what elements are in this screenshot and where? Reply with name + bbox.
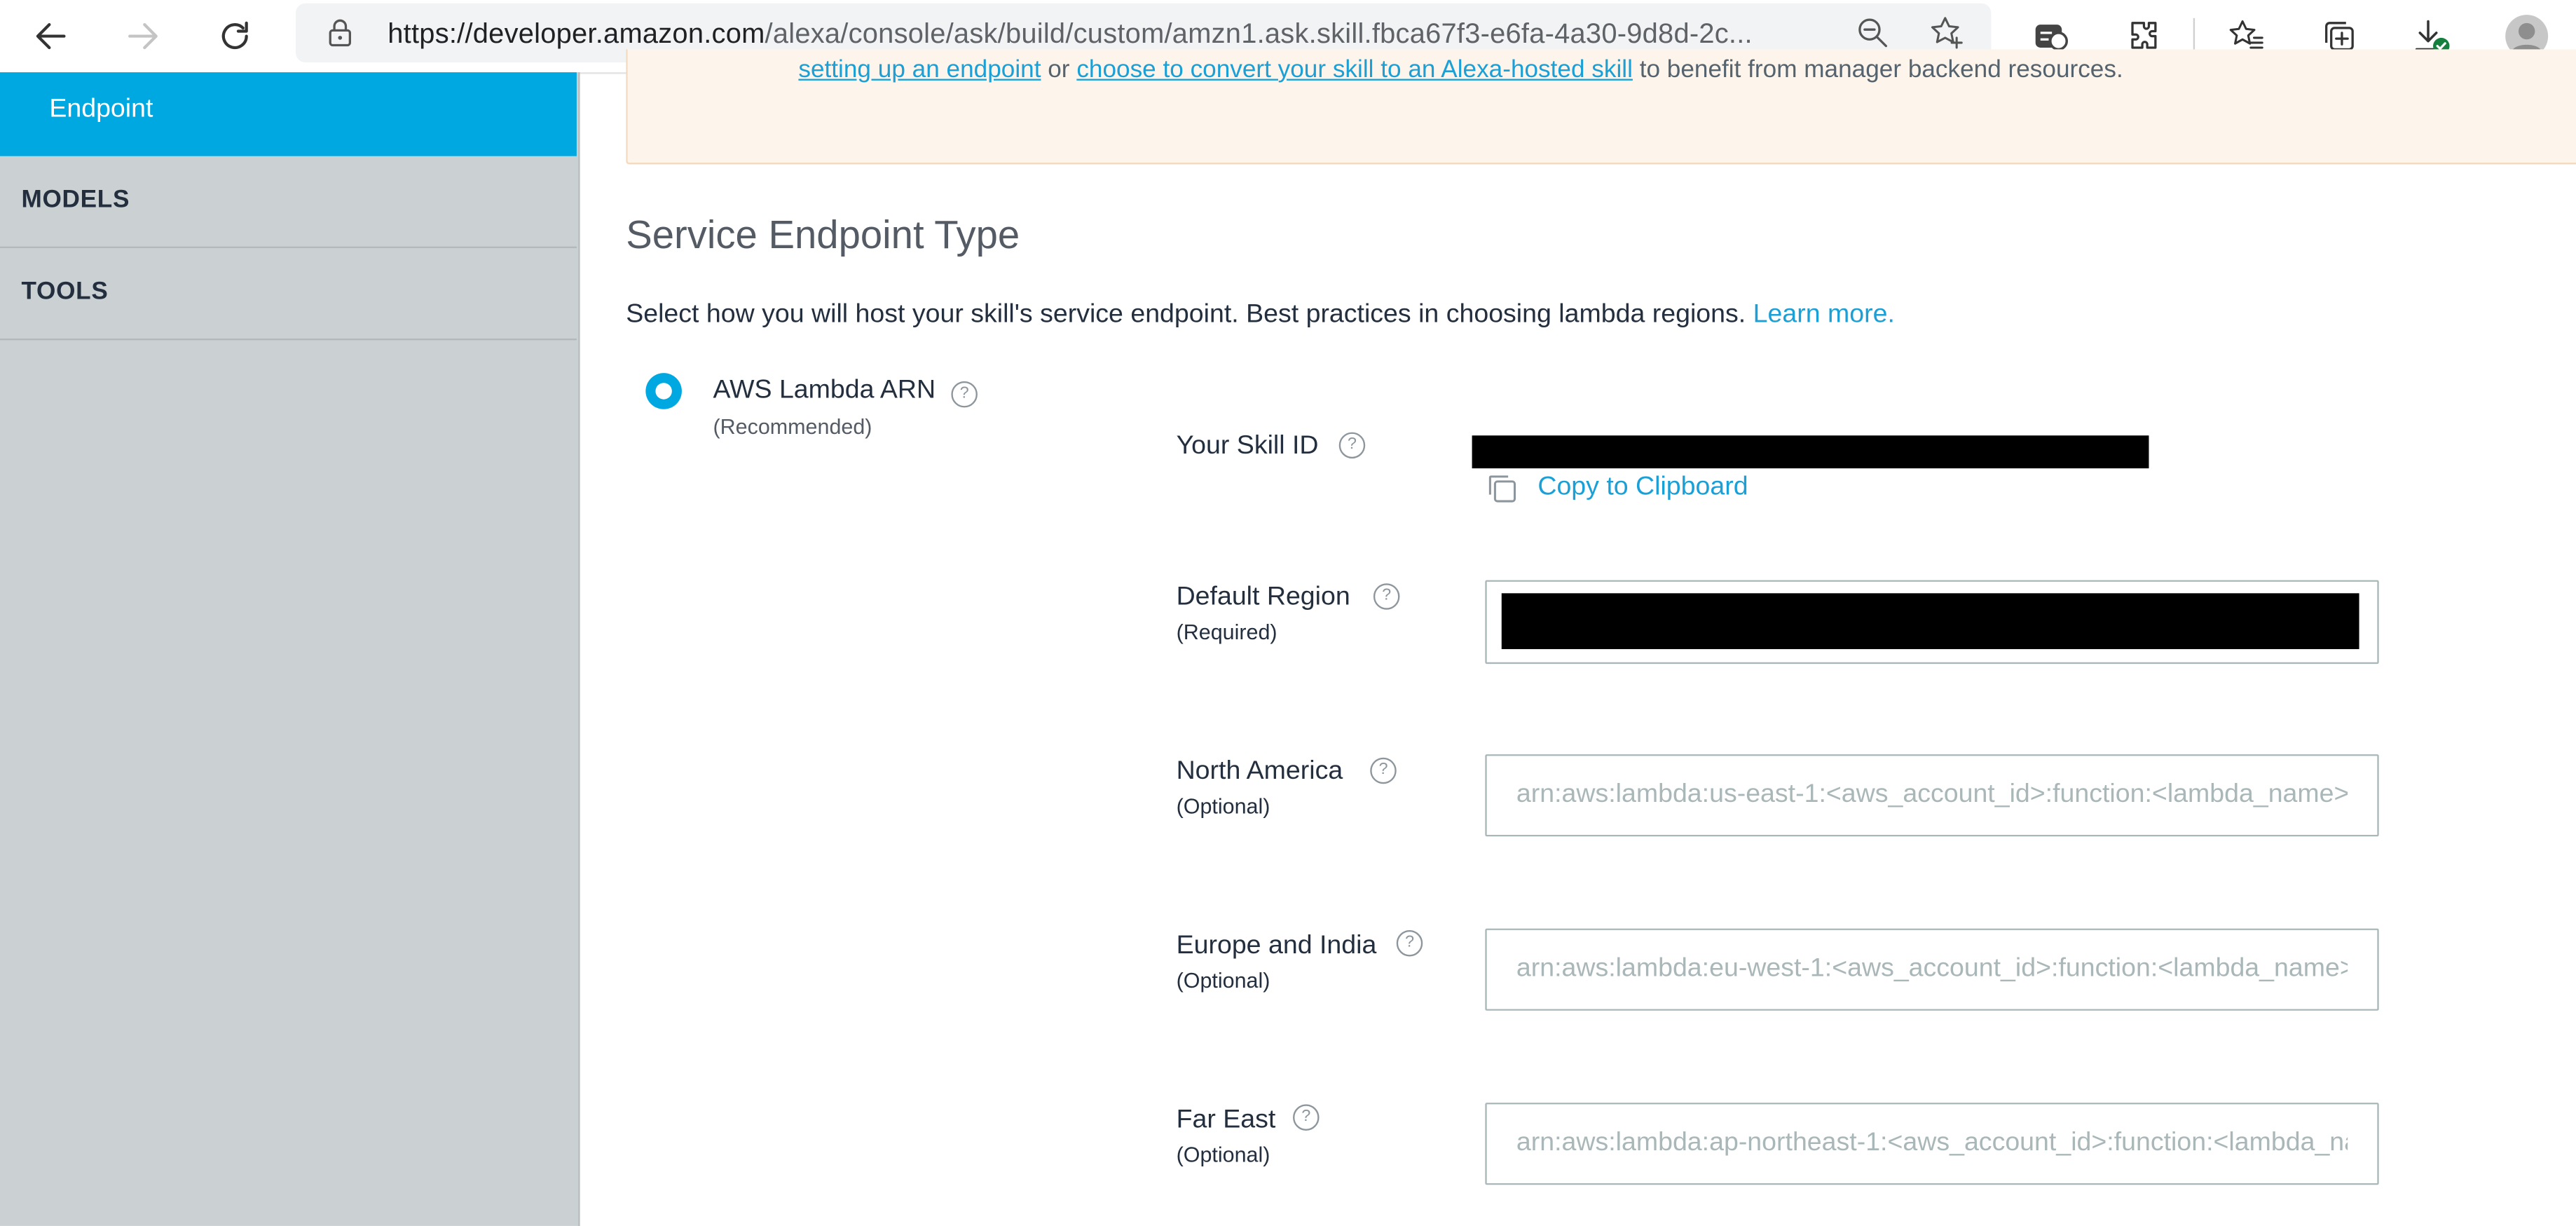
sidebar-section-label: MODELS (21, 185, 130, 214)
north-america-field[interactable] (1485, 754, 2379, 837)
page: https://developer.amazon.com/alexa/conso… (0, 0, 2576, 1226)
skill-id-label: Your Skill ID (1176, 432, 1319, 461)
north-america-input[interactable] (1486, 756, 2378, 835)
page-title: Service Endpoint Type (626, 213, 1020, 259)
help-icon[interactable]: ? (1293, 1104, 1320, 1131)
help-icon[interactable]: ? (1396, 929, 1423, 957)
north-america-sublabel: (Optional) (1176, 794, 1270, 819)
help-icon[interactable]: ? (951, 381, 978, 408)
north-america-label: North America (1176, 757, 1343, 786)
sidebar-section-label: TOOLS (21, 278, 109, 306)
forward-icon[interactable] (116, 10, 169, 62)
lock-icon[interactable] (325, 18, 355, 56)
option-label: AWS Lambda ARN (713, 376, 936, 404)
sidebar-item-label: Endpoint (49, 95, 153, 123)
aws-lambda-radio[interactable] (645, 373, 682, 409)
far-east-input[interactable] (1486, 1104, 2378, 1183)
copy-label: Copy to Clipboard (1537, 473, 1748, 502)
far-east-label: Far East (1176, 1105, 1276, 1134)
sidebar-item-endpoint[interactable]: Endpoint (0, 72, 577, 156)
sidebar-section-models[interactable]: MODELS (0, 156, 577, 249)
help-icon[interactable]: ? (1338, 432, 1366, 459)
europe-india-input[interactable] (1486, 929, 2378, 1009)
setup-endpoint-link[interactable]: setting up an endpoint (798, 56, 1041, 84)
skill-id-redacted (1472, 435, 2149, 469)
learn-more-link[interactable]: Learn more. (1753, 301, 1895, 329)
far-east-sublabel: (Optional) (1176, 1142, 1270, 1167)
url-host: https://developer.amazon.com (388, 18, 765, 50)
option-sublabel: (Recommended) (713, 414, 872, 439)
description-text: Select how you will host your skill's se… (626, 301, 1753, 329)
sidebar: Endpoint MODELS TOOLS (0, 72, 580, 1226)
copy-to-clipboard-button[interactable]: Copy to Clipboard (1485, 472, 1748, 505)
far-east-field[interactable] (1485, 1103, 2379, 1185)
sidebar-section-tools[interactable]: TOOLS (0, 248, 577, 341)
url-text: https://developer.amazon.com/alexa/conso… (388, 18, 1753, 51)
copy-icon (1488, 475, 1516, 503)
banner-tail: to benefit from manager backend resource… (1632, 55, 2123, 84)
info-banner: setting up an endpoint or choose to conv… (626, 49, 2576, 165)
section-description: Select how you will host your skill's se… (626, 301, 1895, 330)
europe-india-sublabel: (Optional) (1176, 967, 1270, 993)
url-path: /alexa/console/ask/build/custom/amzn1.as… (765, 18, 1753, 50)
help-icon[interactable]: ? (1370, 757, 1397, 784)
refresh-icon[interactable] (209, 10, 261, 62)
convert-skill-link[interactable]: choose to convert your skill to an Alexa… (1076, 56, 1633, 84)
back-icon[interactable] (25, 10, 77, 62)
europe-india-label: Europe and India (1176, 932, 1377, 960)
banner-text: setting up an endpoint or choose to conv… (798, 56, 2123, 84)
default-region-label: Default Region (1176, 583, 1350, 612)
default-region-field[interactable] (1485, 580, 2379, 665)
europe-india-field[interactable] (1485, 928, 2379, 1011)
banner-connector: or (1041, 55, 1077, 84)
default-region-redacted (1501, 593, 2359, 650)
default-region-sublabel: (Required) (1176, 619, 1277, 645)
help-icon[interactable]: ? (1373, 583, 1400, 610)
